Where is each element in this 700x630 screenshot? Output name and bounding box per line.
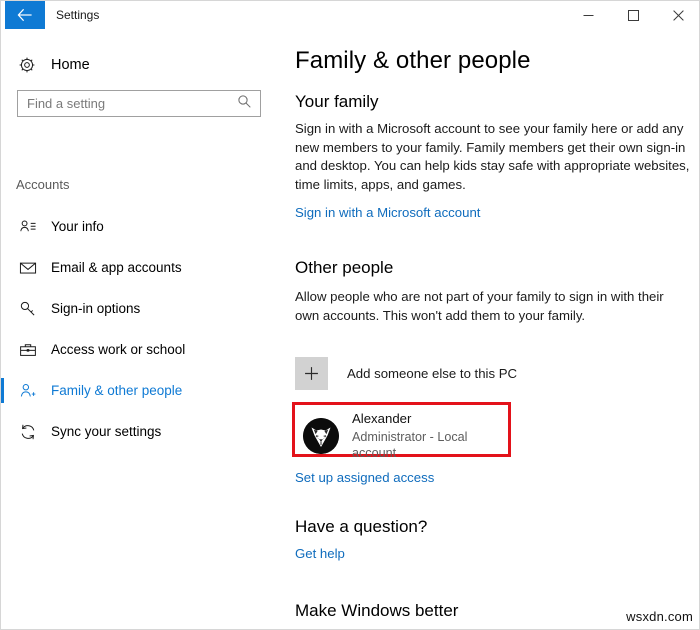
person-info-icon — [9, 218, 47, 236]
sidebar-item-label: Sign-in options — [51, 301, 140, 316]
sidebar-item-label: Family & other people — [51, 383, 182, 398]
key-icon — [9, 300, 47, 318]
window-title: Settings — [56, 1, 99, 29]
sidebar-item-your-info[interactable]: Your info — [1, 206, 278, 247]
sidebar-item-label: Email & app accounts — [51, 260, 182, 275]
sync-icon — [9, 423, 47, 441]
sidebar: Home Accounts — [1, 30, 278, 630]
sidebar-item-access-work-or-school[interactable]: Access work or school — [1, 329, 278, 370]
maximize-icon — [628, 10, 639, 21]
user-account-text: Alexander Administrator - Local account — [352, 411, 508, 461]
maximize-button[interactable] — [611, 1, 656, 29]
envelope-icon — [9, 259, 47, 277]
minimize-button[interactable] — [566, 1, 611, 29]
selection-accent — [1, 214, 4, 239]
sidebar-item-label: Sync your settings — [51, 424, 161, 439]
page-title: Family & other people — [295, 47, 531, 75]
selection-accent — [1, 296, 4, 321]
make-windows-better-heading: Make Windows better — [295, 601, 458, 621]
set-up-assigned-access-link[interactable]: Set up assigned access — [295, 470, 434, 485]
close-button[interactable] — [656, 1, 700, 29]
sidebar-item-sync-your-settings[interactable]: Sync your settings — [1, 411, 278, 452]
selection-accent — [1, 378, 4, 403]
plus-icon — [295, 357, 328, 390]
settings-window: Settings — [0, 0, 700, 630]
add-someone-else-button[interactable]: Add someone else to this PC — [295, 357, 517, 390]
window-controls — [566, 1, 700, 29]
user-account-row[interactable]: Alexander Administrator - Local account — [303, 411, 508, 461]
sidebar-item-email-app-accounts[interactable]: Email & app accounts — [1, 247, 278, 288]
sidebar-nav: Your info Email & app accounts — [1, 206, 278, 452]
sidebar-item-home[interactable]: Home — [1, 48, 278, 82]
your-family-description: Sign in with a Microsoft account to see … — [295, 120, 691, 194]
search-box[interactable] — [17, 90, 261, 117]
other-people-description: Allow people who are not part of your fa… — [295, 288, 687, 325]
have-a-question-heading: Have a question? — [295, 517, 427, 537]
sidebar-item-label: Access work or school — [51, 342, 185, 357]
sign-in-microsoft-account-link[interactable]: Sign in with a Microsoft account — [295, 205, 480, 220]
your-family-heading: Your family — [295, 92, 378, 112]
user-account-subtitle: Administrator - Local account — [352, 429, 508, 461]
person-add-icon — [9, 382, 47, 400]
gear-icon — [7, 56, 47, 74]
get-help-link[interactable]: Get help — [295, 546, 345, 561]
search-icon[interactable] — [237, 94, 252, 114]
sidebar-group-title: Accounts — [16, 177, 69, 192]
selection-accent — [1, 419, 4, 444]
search-container — [17, 90, 261, 117]
close-icon — [673, 10, 684, 21]
watermark: wsxdn.com — [626, 609, 693, 624]
sidebar-item-sign-in-options[interactable]: Sign-in options — [1, 288, 278, 329]
sidebar-home-label: Home — [51, 57, 90, 73]
other-people-heading: Other people — [295, 258, 393, 278]
selection-accent — [1, 255, 4, 280]
sidebar-item-label: Your info — [51, 219, 104, 234]
add-someone-else-label: Add someone else to this PC — [347, 366, 517, 381]
back-arrow-icon — [17, 8, 33, 22]
back-button[interactable] — [5, 1, 45, 29]
selection-accent — [1, 337, 4, 362]
search-input[interactable] — [18, 91, 228, 116]
briefcase-icon — [9, 341, 47, 359]
main-content: Family & other people Your family Sign i… — [278, 30, 700, 630]
minimize-icon — [583, 10, 594, 21]
user-account-name: Alexander — [352, 411, 508, 427]
fox-avatar-icon — [303, 418, 339, 454]
highlight-box: Alexander Administrator - Local account — [292, 402, 511, 457]
sidebar-item-family-other-people[interactable]: Family & other people — [1, 370, 278, 411]
title-bar: Settings — [1, 1, 700, 30]
